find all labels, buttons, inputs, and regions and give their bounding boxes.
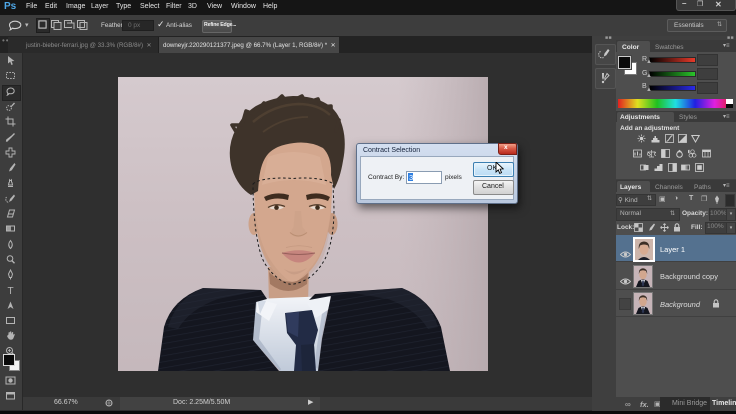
svg-text:T: T xyxy=(7,286,13,296)
